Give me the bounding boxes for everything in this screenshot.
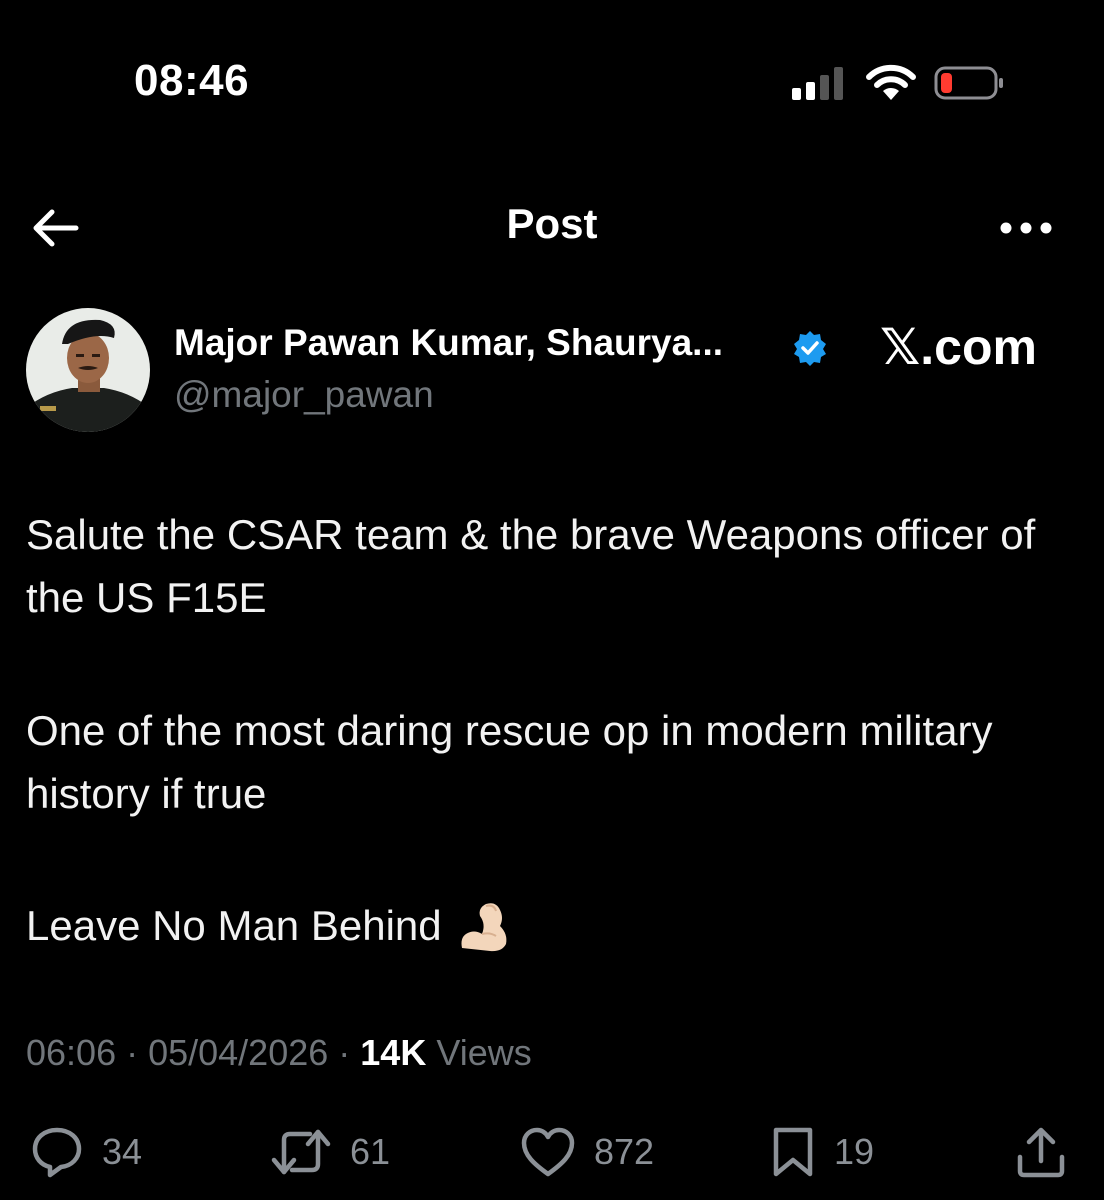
battery-icon [934,66,1004,100]
bookmark-icon [773,1127,813,1177]
repost-button[interactable]: 61 [270,1124,390,1180]
post-text-paragraph-1: Salute the CSAR team & the brave Weapons… [26,511,1036,621]
reply-button[interactable]: 34 [30,1124,142,1180]
flexed-biceps-icon [461,902,507,951]
share-button[interactable] [1014,1124,1068,1180]
post-date: 05/04/2026 [148,1032,329,1073]
share-icon [1017,1127,1065,1178]
post-time: 06:06 [26,1032,117,1073]
views-label: Views [426,1032,532,1073]
repost-count: 61 [350,1131,391,1172]
cellular-signal-icon [792,66,848,100]
verified-badge-icon [791,329,829,367]
reply-icon [32,1127,82,1178]
bookmark-count: 19 [834,1131,875,1172]
heart-icon [521,1127,575,1177]
reply-count: 34 [102,1131,143,1172]
bookmark-button[interactable]: 19 [770,1124,874,1180]
author-handle[interactable]: @major_pawan [174,374,434,416]
page-title: Post [506,200,598,247]
wifi-icon [866,64,916,102]
status-time: 08:46 [134,56,250,105]
views-count: 14K [360,1032,427,1073]
like-count: 872 [594,1131,655,1172]
x-com-watermark: 𝕏.com [880,319,1037,375]
like-button[interactable]: 872 [520,1124,654,1180]
avatar[interactable] [26,308,150,432]
meta-separator: · [116,1032,149,1073]
post-meta: 06:06 · 05/04/2026 · 14K Views [26,1032,532,1074]
repost-icon [271,1129,331,1175]
post-text-line: Leave No Man Behind [26,902,442,949]
post-text-paragraph-2: One of the most daring rescue op in mode… [26,707,993,817]
meta-separator: · [328,1032,361,1073]
author-display-name[interactable]: Major Pawan Kumar, Shaurya... [174,322,723,364]
more-options-icon[interactable] [996,210,1056,246]
post-text-paragraph-3: Leave No Man Behind [26,894,1086,957]
